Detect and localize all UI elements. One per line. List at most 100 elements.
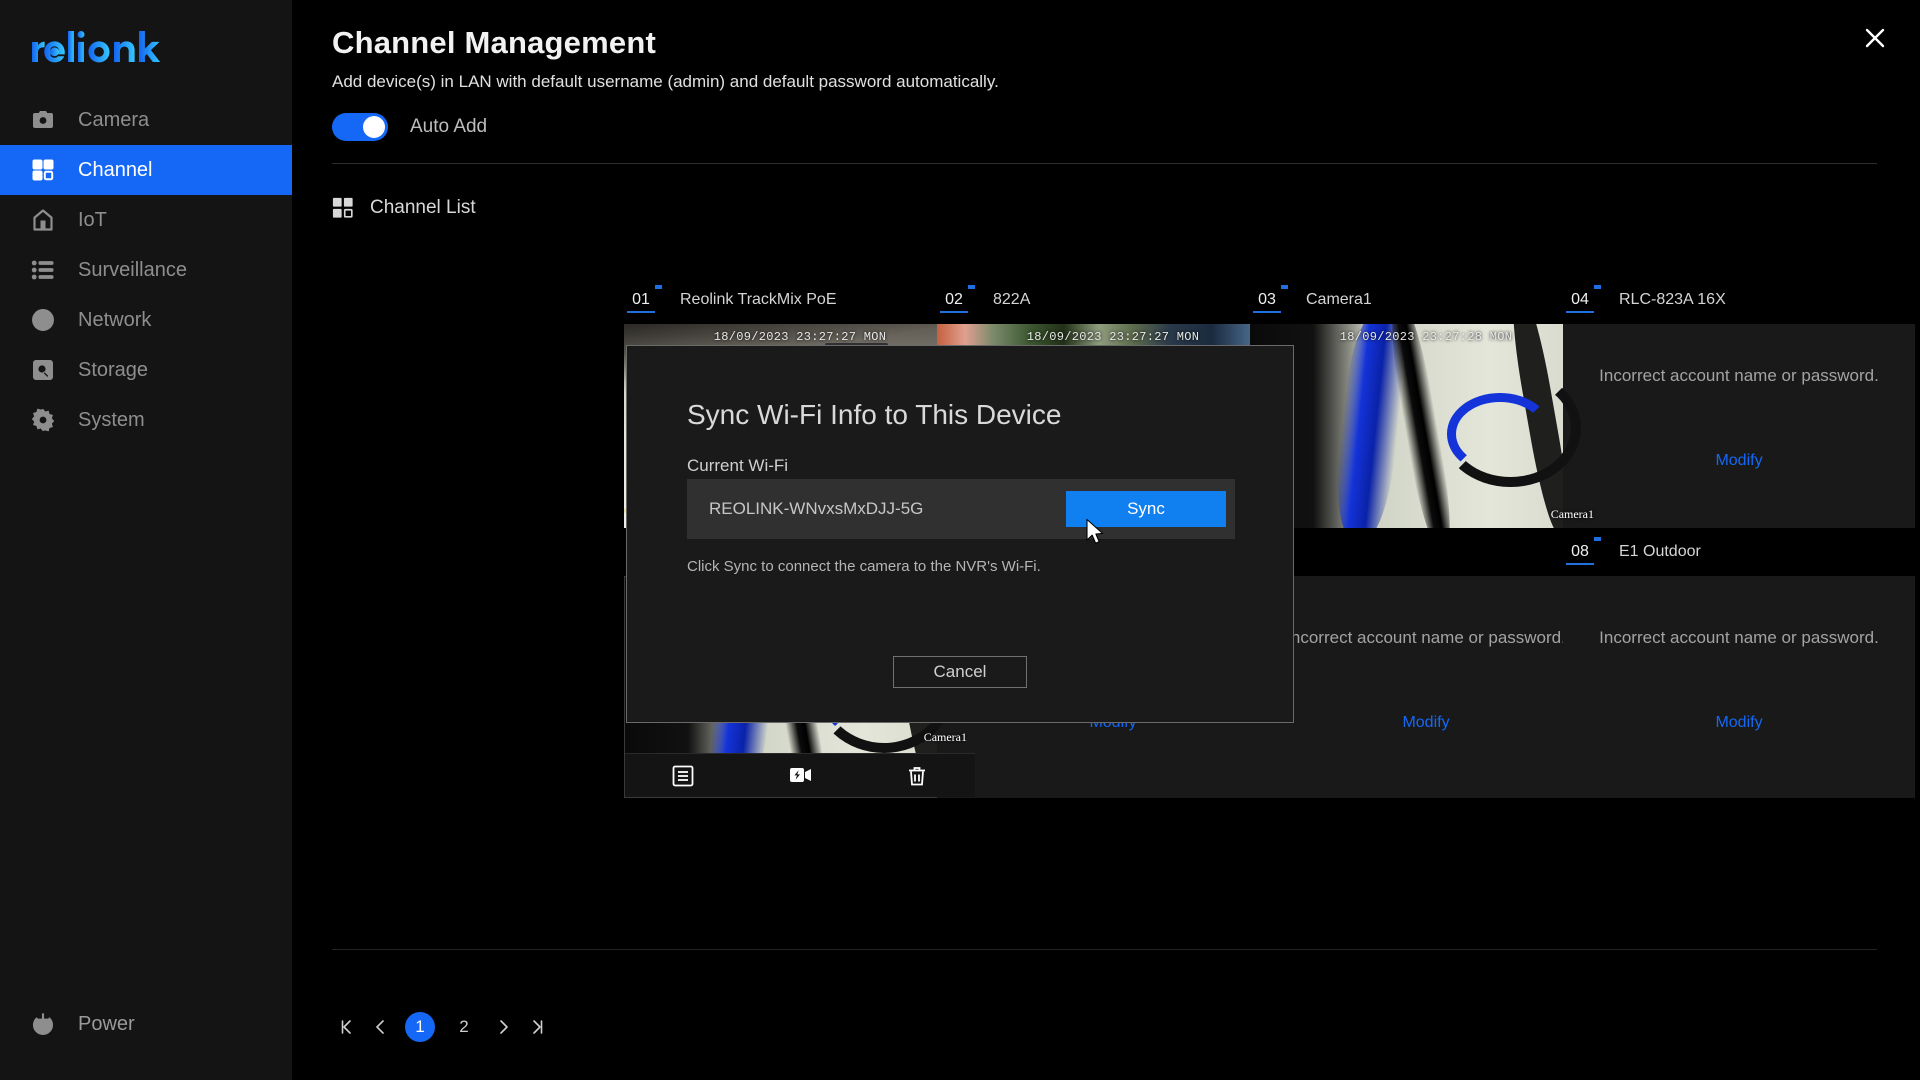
section-divider (332, 163, 1877, 164)
channel-preview[interactable]: Incorrect account name or password. Modi… (1250, 576, 1602, 798)
page-number-1[interactable]: 1 (405, 1012, 435, 1042)
dialog-hint: Click Sync to connect the camera to the … (687, 558, 1041, 575)
channel-error-message: Incorrect account name or password. (1286, 628, 1566, 647)
page-title: Channel Management (332, 25, 656, 60)
sync-button[interactable]: Sync (1066, 491, 1226, 527)
channel-number: 01 (624, 285, 662, 313)
close-icon[interactable] (1857, 20, 1893, 56)
channel-error-message: Incorrect account name or password. (1599, 628, 1879, 647)
channel-header: 03 Camera1 (1250, 285, 1602, 324)
grid-icon (30, 157, 56, 183)
dialog-title: Sync Wi-Fi Info to This Device (687, 399, 1062, 430)
channel-tick-icon (1594, 285, 1601, 289)
current-wifi-label: Current Wi-Fi (687, 456, 789, 475)
osd-timestamp: 18/09/2023 23:27:27 MON (1026, 330, 1200, 344)
channel-list-label: Channel List (370, 197, 476, 218)
sidebar-item-camera[interactable]: Camera (0, 95, 292, 145)
modify-link[interactable]: Modify (1250, 714, 1602, 732)
channel-tick-icon (968, 285, 975, 289)
nvr-app-window: Camera Channel IoT Surveillance Network … (0, 0, 1920, 1080)
current-wifi-field: REOLINK-WNvxsMxDJJ-5G Sync (687, 479, 1235, 539)
channel-header: 02 822A (937, 285, 1289, 324)
channel-preview[interactable]: Incorrect account name or password. Modi… (1563, 576, 1915, 798)
osd-timestamp: 18/09/2023 23:27:27 MON (713, 330, 887, 344)
power-button[interactable]: Power (0, 1004, 135, 1044)
channel-tile[interactable]: 08 E1 Outdoor Incorrect account name or … (1563, 537, 1915, 798)
channel-preview[interactable]: 18/09/2023 23:27:28 MON Camera1 (1250, 324, 1602, 528)
pager-divider (332, 949, 1877, 950)
page-subtitle: Add device(s) in LAN with default userna… (332, 72, 999, 91)
channel-header: 08 E1 Outdoor (1563, 537, 1915, 576)
grid-icon (332, 197, 354, 219)
page-number-2[interactable]: 2 (449, 1012, 479, 1042)
disk-search-icon (30, 357, 56, 383)
channel-error-message: Incorrect account name or password. (1599, 366, 1879, 385)
channel-tile[interactable]: 03 Camera1 18/09/2023 23:27:28 MON Camer… (1250, 285, 1602, 528)
reolink-logo (30, 28, 180, 68)
channel-tile[interactable]: 07 Incorrect account name or password. M… (1250, 537, 1602, 798)
sidebar-item-channel[interactable]: Channel (0, 145, 292, 195)
channel-name: E1 Outdoor (1619, 543, 1701, 560)
settings-list-icon[interactable] (671, 764, 695, 788)
sidebar-item-system[interactable]: System (0, 395, 292, 445)
power-icon (30, 1011, 56, 1037)
osd-camera-name: Camera1 (923, 730, 967, 744)
next-page-icon[interactable] (488, 1012, 518, 1042)
last-page-icon[interactable] (522, 1012, 552, 1042)
auto-add-label: Auto Add (410, 116, 488, 137)
channel-number: 02 (937, 285, 975, 313)
sidebar-item-label: Network (78, 308, 152, 331)
channel-preview[interactable]: Incorrect account name or password. Modi… (1563, 324, 1915, 528)
channel-header: 01 Reolink TrackMix PoE (624, 285, 976, 324)
pagination: 1 2 (332, 1012, 552, 1042)
trash-icon[interactable] (905, 764, 929, 788)
channel-tick-icon (655, 285, 662, 289)
modify-link[interactable]: Modify (1563, 452, 1915, 470)
sidebar-item-label: Surveillance (78, 258, 187, 281)
cancel-button[interactable]: Cancel (893, 656, 1027, 688)
sidebar-item-surveillance[interactable]: Surveillance (0, 245, 292, 295)
power-label: Power (78, 1012, 135, 1035)
channel-header: 04 RLC-823A 16X (1563, 285, 1915, 324)
sidebar-item-label: Camera (78, 108, 150, 131)
sidebar-item-label: Storage (78, 358, 149, 381)
globe-icon (30, 307, 56, 333)
channel-name: RLC-823A 16X (1619, 291, 1726, 308)
modify-link[interactable]: Modify (1563, 714, 1915, 732)
toggle-knob (363, 116, 385, 138)
gear-icon (30, 407, 56, 433)
camera-icon (30, 107, 56, 133)
sidebar-item-label: IoT (78, 208, 107, 231)
sidebar-nav: Camera Channel IoT Surveillance Network … (0, 95, 292, 445)
channel-header: 07 (1250, 537, 1602, 576)
channel-tick-icon (1594, 537, 1601, 541)
channel-tick-icon (1281, 285, 1288, 289)
sidebar-item-network[interactable]: Network (0, 295, 292, 345)
channel-action-bar (625, 753, 975, 797)
auto-add-toggle[interactable] (332, 113, 388, 141)
auto-add-row: Auto Add (332, 113, 487, 141)
sidebar: Camera Channel IoT Surveillance Network … (0, 0, 292, 1080)
first-page-icon[interactable] (332, 1012, 362, 1042)
channel-number: 08 (1563, 537, 1601, 565)
channel-name: 822A (993, 291, 1031, 308)
channel-list-header: Channel List (332, 197, 476, 219)
prev-page-icon[interactable] (366, 1012, 396, 1042)
sync-wifi-dialog: Sync Wi-Fi Info to This Device Current W… (626, 345, 1294, 723)
channel-tile[interactable]: 04 RLC-823A 16X Incorrect account name o… (1563, 285, 1915, 528)
sidebar-item-label: System (78, 408, 145, 431)
channel-name: Camera1 (1306, 291, 1372, 308)
home-icon (30, 207, 56, 233)
camera-sync-icon[interactable] (788, 764, 812, 788)
wifi-ssid-value: REOLINK-WNvxsMxDJJ-5G (709, 499, 924, 518)
list-icon (30, 257, 56, 283)
sidebar-item-iot[interactable]: IoT (0, 195, 292, 245)
channel-number: 03 (1250, 285, 1288, 313)
channel-number: 04 (1563, 285, 1601, 313)
osd-camera-name: Camera1 (1550, 507, 1594, 521)
video-scene (1250, 324, 1602, 528)
osd-timestamp: 18/09/2023 23:27:28 MON (1339, 330, 1513, 344)
channel-name: Reolink TrackMix PoE (680, 291, 837, 308)
sidebar-item-label: Channel (78, 158, 153, 181)
sidebar-item-storage[interactable]: Storage (0, 345, 292, 395)
